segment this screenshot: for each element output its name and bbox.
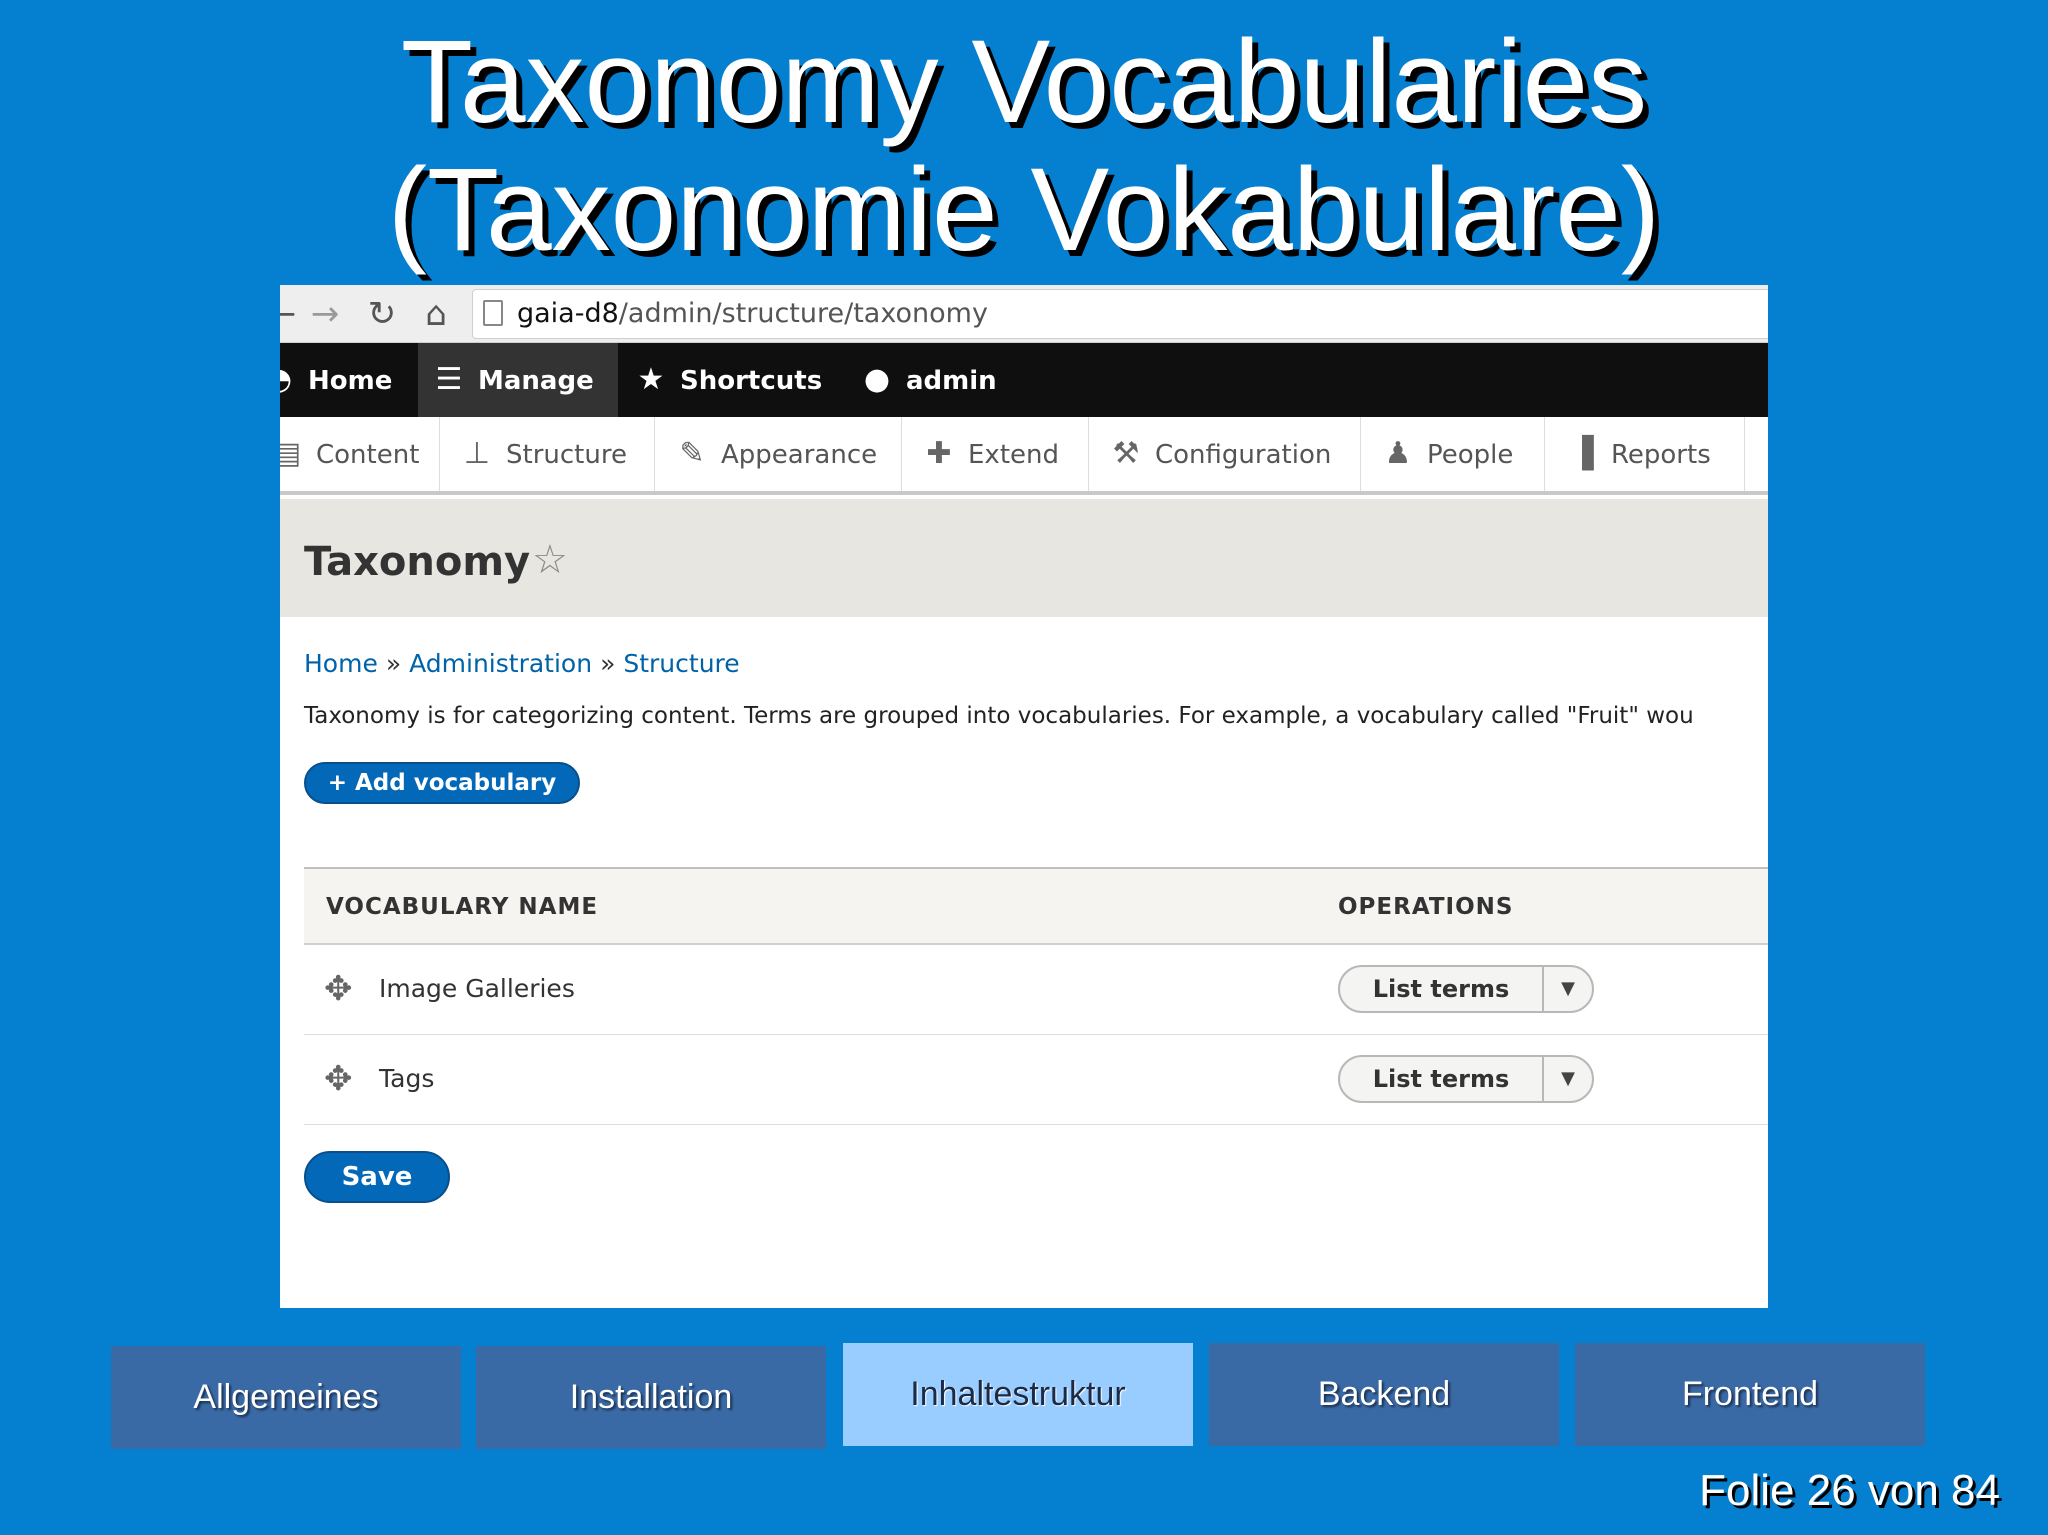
breadcrumb-separator: »: [600, 649, 616, 678]
browser-screenshot: ← → ↻ ⌂ gaia-d8/admin/structure/taxonomy…: [280, 285, 1768, 1308]
vocabulary-name: Image Galleries: [379, 974, 575, 1003]
back-arrow-icon[interactable]: ←: [280, 294, 302, 334]
toolbar-home[interactable]: ◔ Home: [280, 343, 392, 417]
star-outline-icon[interactable]: ☆: [532, 537, 568, 583]
table-row: ✥ Image Galleries List terms ▼: [304, 945, 1768, 1035]
vocabulary-table: VOCABULARY NAME OPERATIONS ✥ Image Galle…: [304, 867, 1768, 1125]
star-filled-icon: ★: [637, 362, 665, 397]
nav-tab-backend[interactable]: Backend: [1209, 1343, 1559, 1446]
toolbar-user-label: admin: [906, 366, 997, 396]
tray-item-appearance[interactable]: ✎ Appearance: [655, 417, 902, 491]
breadcrumb-separator: »: [385, 649, 402, 678]
slide-title: Taxonomy Vocabularies (Taxonomie Vokabul…: [0, 18, 2048, 274]
url-input[interactable]: gaia-d8/admin/structure/taxonomy: [472, 289, 1768, 339]
page-header: Taxonomy ☆: [280, 499, 1768, 617]
wrench-icon: ⚒: [1112, 436, 1140, 471]
list-terms-button[interactable]: List terms: [1340, 967, 1544, 1011]
drag-handle-icon[interactable]: ✥: [324, 969, 353, 1009]
breadcrumb-administration[interactable]: Administration: [409, 649, 592, 678]
user-icon: ●: [863, 362, 891, 397]
tray-item-content[interactable]: ▤ Content: [280, 417, 440, 491]
operations-dropbutton: List terms ▼: [1338, 965, 1594, 1013]
content-icon: ▤: [280, 436, 302, 471]
breadcrumb: Home» Administration» Structure: [304, 649, 740, 678]
tray-item-people[interactable]: ♟ People: [1361, 417, 1545, 491]
structure-icon: ⊥: [463, 436, 491, 471]
breadcrumb-home[interactable]: Home: [304, 649, 378, 678]
url-path: /admin/structure/taxonomy: [618, 298, 988, 329]
tray-appearance-label: Appearance: [721, 440, 878, 470]
table-header: VOCABULARY NAME OPERATIONS: [304, 867, 1768, 945]
tray-content-label: Content: [316, 440, 420, 470]
tray-item-configuration[interactable]: ⚒ Configuration: [1089, 417, 1361, 491]
page-icon: [483, 300, 503, 326]
toolbar-manage[interactable]: ☰ Manage: [418, 343, 618, 417]
tray-configuration-label: Configuration: [1155, 440, 1332, 470]
vocabulary-name: Tags: [379, 1064, 435, 1093]
slide-counter: Folie 26 von 84: [1699, 1466, 2000, 1515]
appearance-icon: ✎: [679, 436, 705, 471]
browser-address-bar: ← → ↻ ⌂ gaia-d8/admin/structure/taxonomy: [280, 285, 1768, 343]
slide-title-line-1: Taxonomy Vocabularies: [400, 16, 1648, 148]
column-vocabulary-name: VOCABULARY NAME: [326, 894, 599, 920]
slide-title-line-2: (Taxonomie Vokabulare): [387, 144, 1661, 276]
column-operations: OPERATIONS: [1338, 894, 1514, 920]
dropdown-toggle-icon[interactable]: ▼: [1544, 967, 1592, 1011]
breadcrumb-structure[interactable]: Structure: [623, 649, 739, 678]
toolbar-shortcuts[interactable]: ★ Shortcuts: [632, 343, 823, 417]
drag-handle-icon[interactable]: ✥: [324, 1059, 353, 1099]
admin-menu-tray: ▤ Content ⊥ Structure ✎ Appearance ✚ Extend …: [280, 417, 1768, 495]
list-terms-button[interactable]: List terms: [1340, 1057, 1544, 1101]
toolbar-home-label: Home: [308, 366, 393, 396]
drupal-icon: ◔: [280, 343, 298, 417]
tray-structure-label: Structure: [506, 440, 627, 470]
reload-icon[interactable]: ↻: [362, 294, 402, 334]
reports-icon: ▐: [1570, 436, 1594, 471]
tray-item-extend[interactable]: ✚ Extend: [902, 417, 1089, 491]
tray-reports-label: Reports: [1611, 440, 1711, 470]
table-row: ✥ Tags List terms ▼: [304, 1035, 1768, 1125]
add-vocabulary-button[interactable]: + Add vocabulary: [304, 762, 580, 804]
home-icon[interactable]: ⌂: [416, 294, 456, 334]
menu-icon: ☰: [435, 362, 463, 397]
tray-people-label: People: [1427, 440, 1514, 470]
operations-dropbutton: List terms ▼: [1338, 1055, 1594, 1103]
url-host: gaia-d8: [517, 298, 619, 329]
tray-item-reports[interactable]: ▐ Reports: [1545, 417, 1745, 491]
tray-item-structure[interactable]: ⊥ Structure: [440, 417, 655, 491]
page-description: Taxonomy is for categorizing content. Te…: [304, 703, 1694, 729]
page-title: Taxonomy: [304, 539, 531, 585]
dropdown-toggle-icon[interactable]: ▼: [1544, 1057, 1592, 1101]
forward-arrow-icon[interactable]: →: [305, 294, 345, 334]
save-button[interactable]: Save: [304, 1151, 450, 1203]
nav-tab-inhaltestruktur[interactable]: Inhaltestruktur: [843, 1343, 1193, 1446]
nav-tab-frontend[interactable]: Frontend: [1575, 1343, 1925, 1446]
people-icon: ♟: [1384, 436, 1412, 471]
toolbar-shortcuts-label: Shortcuts: [680, 366, 823, 396]
toolbar-user[interactable]: ● admin: [858, 343, 997, 417]
nav-tab-installation[interactable]: Installation: [476, 1346, 826, 1449]
nav-tab-allgemeines[interactable]: Allgemeines: [111, 1346, 461, 1449]
admin-toolbar: ◔ Home ☰ Manage ★ Shortcuts ● admin: [280, 343, 1768, 417]
extend-icon: ✚: [926, 436, 952, 471]
toolbar-manage-label: Manage: [478, 366, 594, 396]
tray-extend-label: Extend: [968, 440, 1059, 470]
